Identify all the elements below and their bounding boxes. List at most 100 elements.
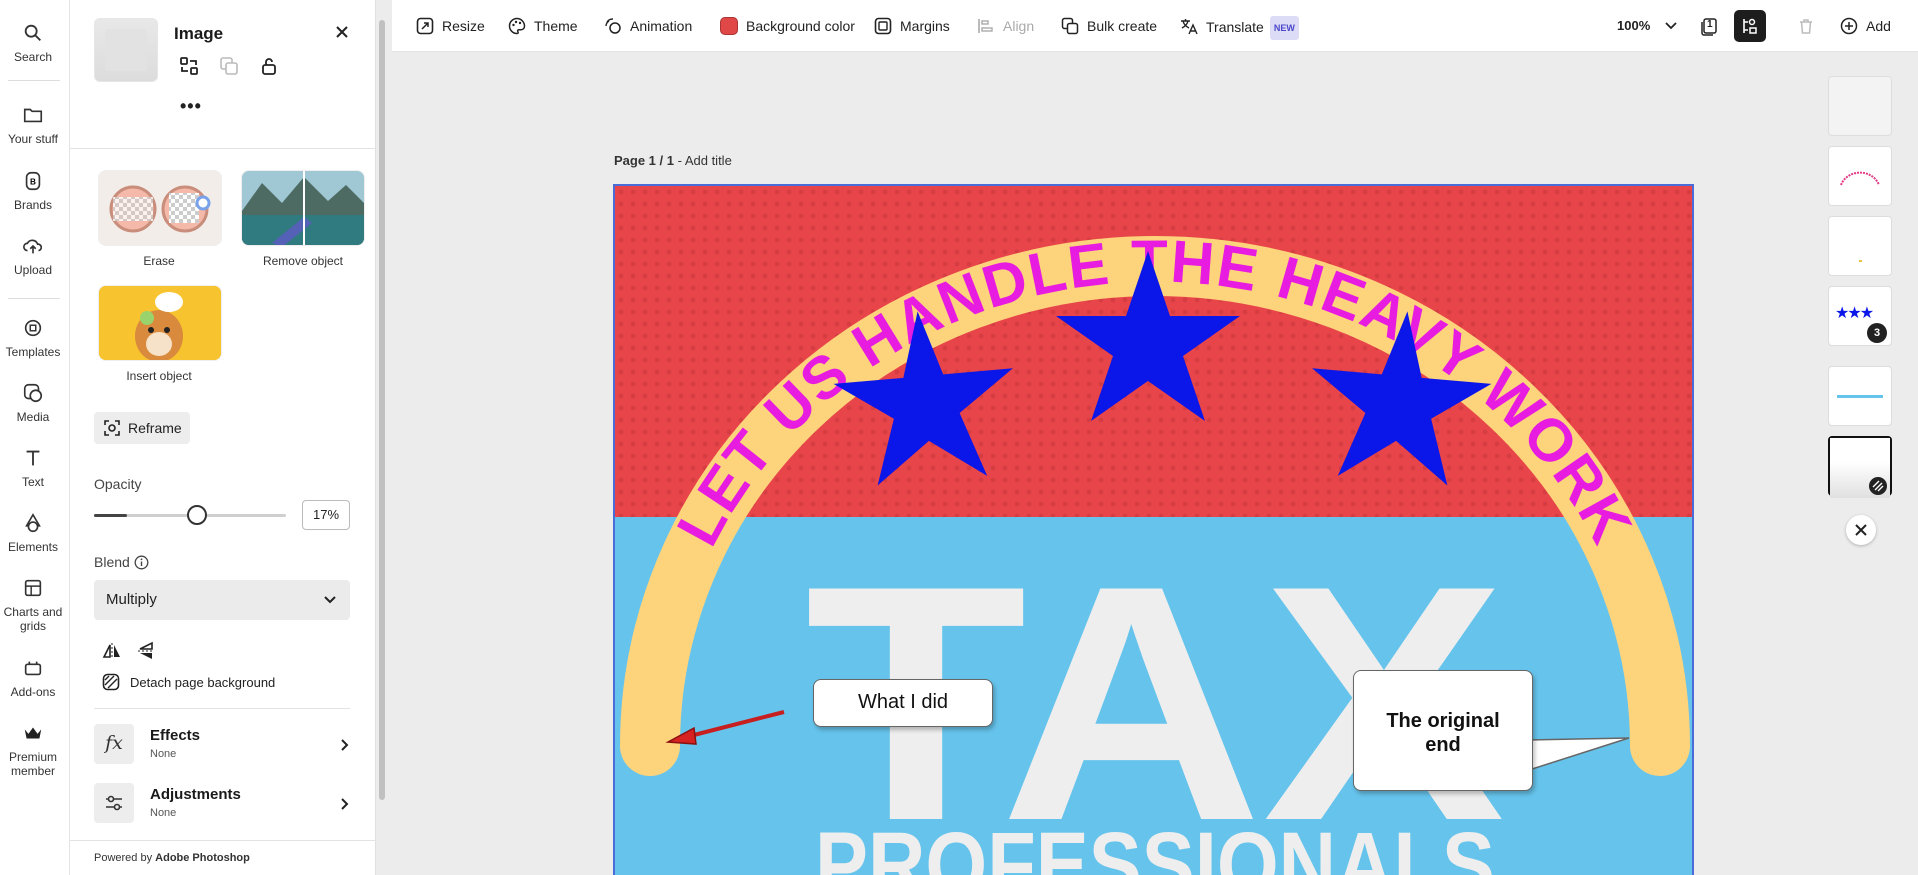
addons-icon <box>24 661 42 676</box>
adjustments-row[interactable]: Adjustments None <box>94 783 350 827</box>
background-color-swatch <box>720 17 738 35</box>
group-count-badge: 3 <box>1867 323 1887 343</box>
rail-upload[interactable]: Upload <box>0 235 66 277</box>
blend-mode-value: Multiply <box>106 591 157 608</box>
powered-by-text: Powered by Adobe Photoshop <box>94 852 250 864</box>
layer-thumb-image-selected[interactable] <box>1828 436 1892 498</box>
layer-thumb-stars[interactable]: ★★★ 3 <box>1828 286 1892 346</box>
panel-scrollbar-thumb[interactable] <box>379 20 385 800</box>
rail-text-label: Text <box>21 475 44 489</box>
panel-divider <box>94 708 350 709</box>
info-icon[interactable] <box>134 555 149 570</box>
layer-thumb-line[interactable] <box>1828 366 1892 426</box>
effects-row[interactable]: fx Effects None <box>94 724 350 768</box>
left-rail: Search Your stuff B Brands Upload Templa… <box>0 0 70 875</box>
crown-icon <box>24 727 42 739</box>
flip-horizontal-icon[interactable] <box>102 641 122 661</box>
panel-scrollbar[interactable] <box>378 8 386 868</box>
close-icon[interactable] <box>332 22 352 42</box>
image-thumbnail <box>94 18 158 82</box>
bulk-create-icon <box>1061 17 1079 35</box>
palette-icon <box>508 17 526 35</box>
remove-object-tool-card[interactable] <box>241 170 365 246</box>
animation-button[interactable]: Animation <box>604 16 692 36</box>
more-options-button[interactable]: ••• <box>180 96 202 117</box>
add-button[interactable]: Add <box>1840 16 1891 36</box>
new-badge: NEW <box>1269 16 1299 40</box>
replace-icon[interactable] <box>178 55 200 77</box>
margins-button[interactable]: Margins <box>874 16 950 36</box>
layers-icon <box>1743 18 1757 34</box>
theme-button[interactable]: Theme <box>508 16 578 36</box>
rail-templates-label: Templates <box>5 345 61 359</box>
rail-charts[interactable]: Charts and grids <box>0 577 66 633</box>
erase-tool-card[interactable] <box>98 170 222 246</box>
insert-object-tool-card[interactable] <box>98 285 222 361</box>
rail-text[interactable]: Text <box>0 447 66 489</box>
page-label-separator: - <box>673 153 685 168</box>
detach-background-button[interactable]: Detach page background <box>130 675 275 690</box>
chevron-down-icon <box>324 596 336 604</box>
rail-media[interactable]: Media <box>0 382 66 424</box>
blend-mode-select[interactable]: Multiply <box>94 580 350 620</box>
unlock-icon[interactable] <box>258 55 280 77</box>
rail-brands-label: Brands <box>13 198 53 212</box>
rail-your-stuff[interactable]: Your stuff <box>0 104 66 146</box>
layer-thumb-background[interactable] <box>1828 76 1892 136</box>
rail-templates[interactable]: Templates <box>0 317 66 359</box>
svg-text:B: B <box>30 178 36 187</box>
brand-icon: B <box>25 171 41 191</box>
callout-original-end-line2: end <box>1425 734 1461 756</box>
callout-what-i-did[interactable]: What I did <box>813 679 993 727</box>
sliders-icon <box>106 795 122 811</box>
professionals-text: PROFESSIONALS <box>815 814 1495 875</box>
callout-pointer <box>1526 737 1630 772</box>
rail-search[interactable]: Search <box>0 22 66 64</box>
remove-object-preview-image <box>242 171 364 245</box>
opacity-label: Opacity <box>94 476 142 492</box>
rail-elements[interactable]: Elements <box>0 512 66 554</box>
rail-addons-label: Add-ons <box>10 685 56 699</box>
rail-premium-label: Premium member <box>8 750 57 778</box>
opacity-slider-thumb[interactable] <box>186 505 207 525</box>
rail-search-label: Search <box>13 50 53 64</box>
resize-button[interactable]: Resize <box>416 16 485 36</box>
rail-your-stuff-label: Your stuff <box>7 132 59 146</box>
rail-premium[interactable]: Premium member <box>0 722 66 778</box>
red-arrow <box>665 710 785 745</box>
opacity-value-input[interactable]: 17% <box>302 500 350 530</box>
close-layers-button[interactable] <box>1846 515 1876 545</box>
powered-brand: Adobe Photoshop <box>155 852 250 864</box>
reframe-label: Reframe <box>128 420 182 436</box>
flip-vertical-icon[interactable] <box>136 641 156 661</box>
arc-text-thumb <box>1840 171 1880 186</box>
rail-media-label: Media <box>16 410 50 424</box>
chevron-down-icon <box>1665 22 1677 30</box>
align-icon <box>978 19 993 33</box>
background-color-button[interactable]: Background color <box>720 16 855 36</box>
page-number: Page 1 / 1 <box>614 153 674 168</box>
layer-thumb-small[interactable] <box>1828 216 1892 276</box>
remove-object-tool-label: Remove object <box>262 254 344 268</box>
callout-original-end[interactable]: The original end <box>1353 670 1533 791</box>
chevron-right-icon <box>341 798 349 810</box>
background-color-label: Background color <box>746 18 855 34</box>
rail-divider <box>8 298 60 299</box>
animation-icon <box>605 18 621 34</box>
grid-icon <box>24 579 42 597</box>
rail-brands[interactable]: B Brands <box>0 170 66 212</box>
zoom-select[interactable]: 100% <box>1617 16 1677 36</box>
line-thumb <box>1837 395 1883 398</box>
add-title-link[interactable]: Add title <box>685 153 732 168</box>
adjustments-title: Adjustments <box>150 786 241 803</box>
translate-button[interactable]: Translate NEW <box>1180 16 1299 40</box>
layer-thumb-arc-text[interactable] <box>1828 146 1892 206</box>
cloud-upload-icon <box>23 239 43 254</box>
rail-addons[interactable]: Add-ons <box>0 657 66 699</box>
rail-divider <box>8 80 60 81</box>
adjustments-icon-box <box>94 783 134 823</box>
reframe-button[interactable]: Reframe <box>94 412 190 444</box>
layers-toggle-button[interactable] <box>1734 10 1766 42</box>
bulk-create-button[interactable]: Bulk create <box>1061 16 1157 36</box>
fx-icon: fx <box>105 732 123 754</box>
